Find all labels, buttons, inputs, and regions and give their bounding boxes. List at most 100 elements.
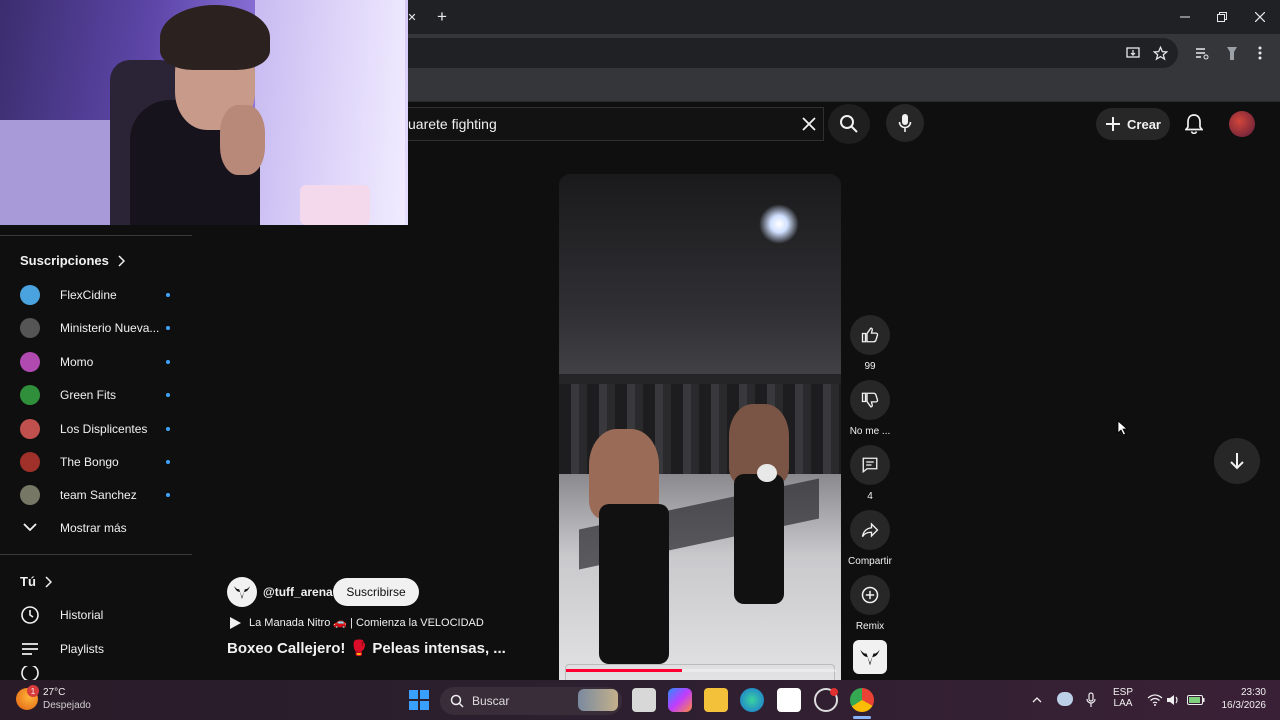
chrome-icon[interactable] [850, 688, 874, 712]
notification-dot [830, 688, 838, 696]
subscription-name: Momo [60, 354, 94, 369]
extension-icon[interactable] [1223, 43, 1241, 63]
channel-avatar [20, 385, 40, 406]
microsoft-store-icon[interactable] [777, 688, 801, 712]
weather-badge: 1 [27, 685, 39, 697]
remix-icon [861, 586, 879, 604]
remix-action[interactable]: Remix [845, 575, 895, 632]
mouse-cursor-icon [1117, 420, 1129, 436]
comments-button[interactable] [850, 445, 890, 485]
close-icon[interactable] [1251, 8, 1269, 26]
volume-icon[interactable] [1166, 692, 1182, 708]
weather-condition[interactable]: Despejado [43, 700, 91, 711]
sidebar-item-playlists[interactable]: Playlists [20, 632, 104, 666]
subscription-item[interactable]: Momo [20, 345, 170, 379]
windows-start-icon[interactable] [407, 688, 431, 712]
short-video-player[interactable] [559, 174, 841, 680]
you-header[interactable]: Tú [20, 574, 52, 589]
channel-avatar[interactable] [227, 577, 257, 607]
search-input[interactable]: uarete fighting [408, 116, 823, 132]
video-progress-fill [566, 669, 683, 672]
subscription-name: Los Displicentes [60, 421, 148, 436]
sound-thumbnail[interactable] [853, 640, 887, 674]
onedrive-icon[interactable] [1057, 692, 1073, 706]
channel-handle[interactable]: @tuff_arena [263, 585, 333, 599]
remix-label: Remix [855, 621, 885, 632]
comments-action[interactable]: 4 [845, 445, 895, 502]
browser-menu-icon[interactable] [1252, 44, 1268, 62]
edge-browser-icon[interactable] [740, 688, 764, 712]
comments-count: 4 [867, 491, 873, 502]
tray-chevron-up-icon[interactable] [1029, 692, 1045, 708]
share-action[interactable]: Compartir [845, 510, 895, 567]
subscription-item[interactable]: Ministerio Nueva... [20, 311, 170, 345]
create-button[interactable]: Crear [1096, 108, 1170, 140]
minimize-icon[interactable] [1176, 8, 1194, 26]
comment-icon [862, 457, 878, 474]
next-short-button[interactable] [1214, 438, 1260, 484]
chevron-down-icon [23, 523, 37, 532]
clock[interactable]: 23:30 16/3/2026 [1216, 687, 1267, 711]
new-content-dot [166, 359, 170, 364]
play-icon [230, 616, 241, 629]
dislike-action[interactable]: No me ... [845, 380, 895, 437]
notifications-bell-icon[interactable] [1182, 112, 1206, 136]
like-button[interactable] [850, 315, 890, 355]
sidebar-divider [0, 235, 192, 236]
channel-avatar [20, 418, 40, 439]
install-app-icon[interactable] [1124, 44, 1142, 62]
music-label: La Manada Nitro 🚗 | Comienza la VELOCIDA… [249, 617, 484, 629]
microphone-icon [898, 114, 912, 132]
music-link[interactable]: La Manada Nitro 🚗 | Comienza la VELOCIDA… [229, 616, 484, 629]
subscribe-button[interactable]: Suscribirse [333, 578, 419, 606]
sidebar-item-history[interactable]: Historial [20, 598, 103, 632]
sidebar-divider [0, 554, 192, 555]
clear-search-icon[interactable] [798, 113, 820, 135]
subscription-item[interactable]: team Sanchez [20, 478, 170, 512]
short-title: Boxeo Callejero! 🥊 Peleas intensas, ... [227, 640, 506, 657]
subscriptions-header[interactable]: Suscripciones [20, 253, 125, 268]
share-label: Compartir [848, 556, 892, 567]
weather-temp[interactable]: 27°C [43, 687, 65, 698]
show-more-button[interactable]: Mostrar más [20, 511, 127, 545]
channel-avatar [20, 285, 40, 305]
language-indicator[interactable]: ESP LAA [1108, 687, 1138, 709]
search-button[interactable] [828, 104, 870, 144]
bookmark-star-icon[interactable] [1151, 44, 1169, 62]
restore-icon[interactable] [1213, 8, 1231, 26]
new-content-dot [166, 293, 170, 297]
share-button[interactable] [850, 510, 890, 550]
thumbs-down-icon [861, 392, 879, 408]
bull-logo-icon [860, 649, 880, 666]
subscription-item[interactable]: Los Displicentes [20, 412, 170, 446]
voice-search-button[interactable] [886, 104, 924, 142]
subscriptions-title: Suscripciones [20, 253, 109, 268]
search-icon [840, 115, 858, 133]
bull-logo-icon [234, 586, 250, 599]
avatar[interactable] [1229, 111, 1255, 137]
subscription-item[interactable]: FlexCidine [20, 278, 170, 312]
media-controls-icon[interactable] [1193, 44, 1211, 62]
battery-icon[interactable] [1186, 692, 1206, 708]
address-bar[interactable] [408, 38, 1178, 68]
copilot-icon[interactable] [668, 688, 692, 712]
search-box[interactable]: uarete fighting [408, 107, 824, 141]
remix-button[interactable] [850, 575, 890, 615]
new-tab-button[interactable]: + [432, 6, 452, 28]
sidebar: Suscripciones FlexCidine Ministerio Nueva… [0, 235, 192, 685]
thumbs-up-icon [861, 327, 879, 343]
dislike-button[interactable] [850, 380, 890, 420]
wifi-icon[interactable] [1147, 692, 1163, 708]
subscription-name: team Sanchez [60, 488, 137, 503]
file-explorer-icon[interactable] [704, 688, 728, 712]
video-progress-bar[interactable] [566, 669, 836, 672]
subscription-item[interactable]: Green Fits [20, 378, 170, 412]
share-icon [861, 522, 879, 538]
subscription-item[interactable]: The Bongo [20, 445, 170, 479]
microphone-icon[interactable] [1084, 691, 1098, 709]
like-action[interactable]: 99 [845, 315, 895, 372]
new-content-dot [166, 460, 170, 464]
task-view-icon[interactable] [632, 688, 656, 712]
channel-avatar [20, 485, 40, 506]
sidebar-item-partial[interactable] [20, 666, 40, 680]
